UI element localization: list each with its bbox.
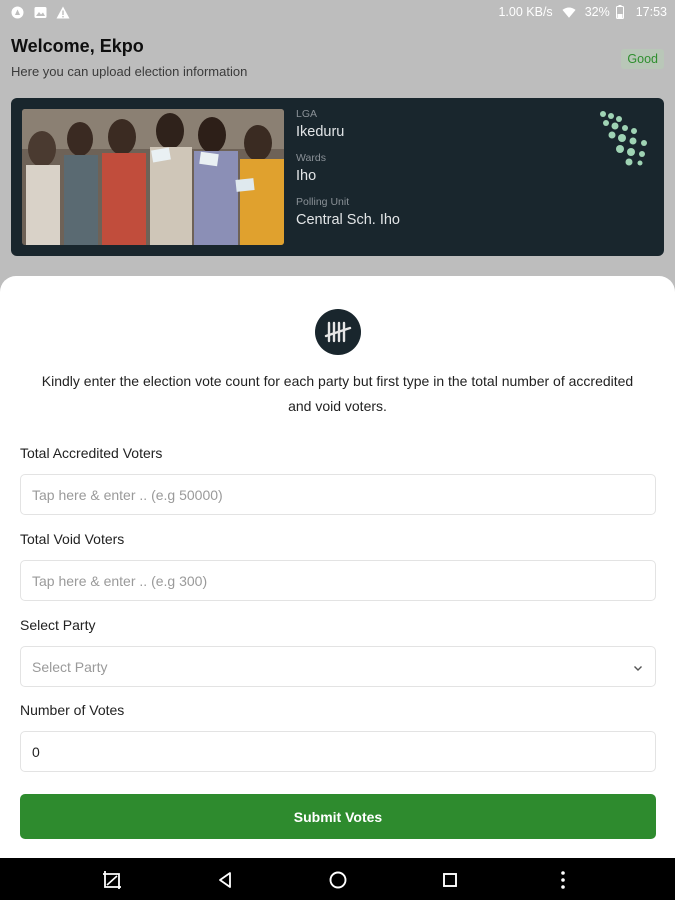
polling-unit-card: LGA Ikeduru Wards Iho Polling Unit Centr…	[11, 98, 664, 256]
app-icon	[10, 5, 24, 19]
wards-label: Wards	[296, 152, 326, 164]
lga-value: Ikeduru	[296, 124, 345, 140]
battery-icon	[613, 5, 627, 19]
wifi-icon	[562, 5, 576, 19]
welcome-subtitle: Here you can upload election information	[11, 64, 248, 79]
home-icon[interactable]	[327, 869, 349, 891]
tally-icon	[315, 309, 361, 355]
instructions-text: Kindly enter the election vote count for…	[41, 373, 634, 414]
clock: 17:53	[635, 5, 667, 19]
battery-percent: 32%	[584, 5, 610, 19]
submit-votes-button[interactable]: Submit Votes	[20, 794, 656, 839]
number-of-votes-field[interactable]	[20, 731, 656, 772]
navigation-bar	[0, 858, 675, 900]
polling-info: LGA Ikeduru Wards Iho Polling Unit Centr…	[296, 108, 400, 240]
party-select[interactable]: Select Party	[20, 646, 656, 687]
polling-unit-label: Polling Unit	[296, 196, 350, 208]
welcome-title: Welcome, Ekpo	[11, 36, 144, 56]
void-voters-field[interactable]	[20, 560, 656, 601]
number-of-votes-input[interactable]	[32, 743, 644, 760]
network-speed: 1.00 KB/s	[498, 5, 553, 19]
vote-entry-sheet: Kindly enter the election vote count for…	[0, 276, 675, 858]
number-of-votes-label: Number of Votes	[20, 702, 125, 718]
void-voters-label: Total Void Voters	[20, 531, 125, 547]
voters-photo	[22, 109, 284, 245]
lga-label: LGA	[296, 108, 318, 120]
back-icon[interactable]	[214, 869, 236, 891]
chevron-down-icon	[632, 661, 644, 673]
party-select-placeholder: Select Party	[32, 658, 108, 675]
accredited-voters-input[interactable]	[32, 486, 644, 503]
accredited-voters-label: Total Accredited Voters	[20, 445, 163, 461]
void-voters-input[interactable]	[32, 572, 644, 589]
select-party-label: Select Party	[20, 617, 96, 633]
status-badge: Good	[621, 49, 664, 69]
recents-icon[interactable]	[439, 869, 461, 891]
image-icon	[33, 5, 47, 19]
status-bar: 1.00 KB/s 32% 17:53	[0, 0, 675, 24]
more-icon[interactable]	[552, 869, 574, 891]
accredited-voters-field[interactable]	[20, 474, 656, 515]
dots-pattern-icon	[598, 110, 654, 166]
wards-value: Iho	[296, 168, 317, 184]
polling-unit-value: Central Sch. Iho	[296, 212, 400, 228]
warning-icon	[56, 5, 70, 19]
page-header: Welcome, Ekpo Here you can upload electi…	[11, 36, 664, 79]
screenshot-icon[interactable]	[101, 869, 123, 891]
